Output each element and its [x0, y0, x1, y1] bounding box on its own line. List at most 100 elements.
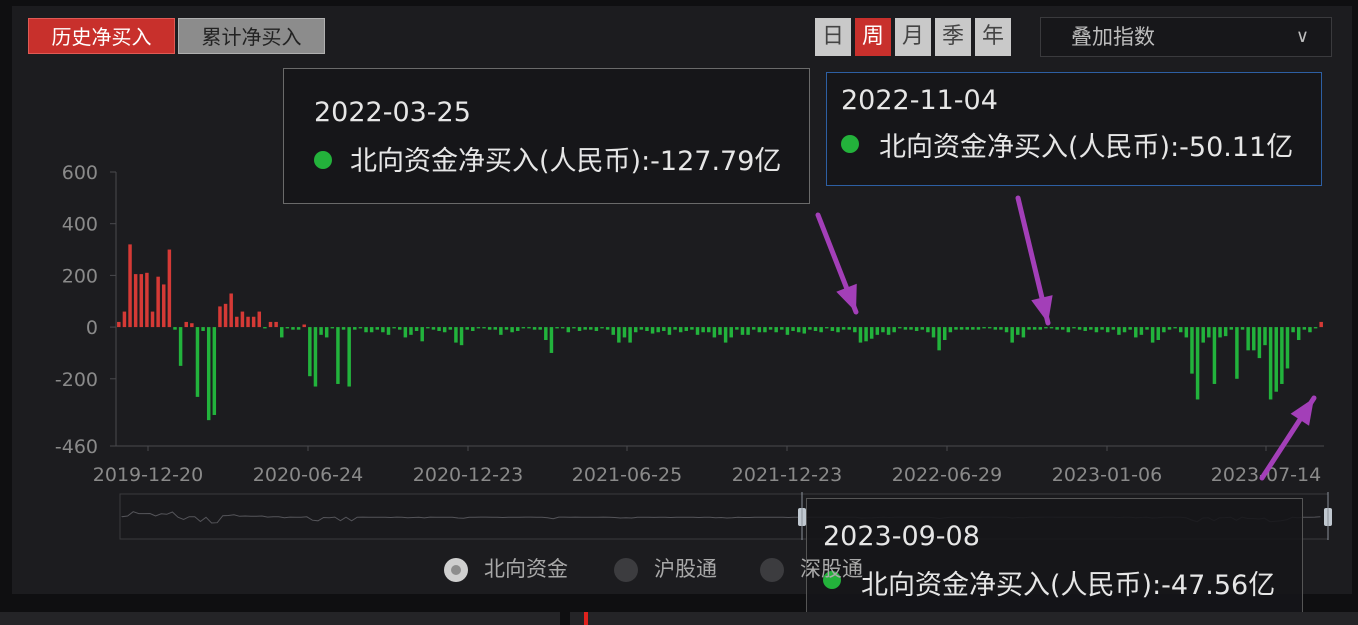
bar[interactable]: [577, 327, 582, 331]
bar[interactable]: [515, 327, 520, 331]
bar[interactable]: [909, 327, 913, 330]
bar[interactable]: [499, 327, 503, 335]
bar[interactable]: [971, 327, 975, 330]
bar[interactable]: [521, 327, 526, 329]
bar[interactable]: [1150, 327, 1155, 343]
bar[interactable]: [695, 327, 700, 335]
bar[interactable]: [527, 327, 531, 329]
bar[interactable]: [381, 327, 385, 333]
bar[interactable]: [723, 327, 728, 343]
bar[interactable]: [1027, 327, 1031, 330]
bar[interactable]: [701, 327, 705, 333]
bar[interactable]: [718, 327, 722, 335]
bar[interactable]: [206, 327, 211, 421]
bar[interactable]: [1016, 327, 1020, 335]
bar[interactable]: [594, 327, 599, 331]
bar[interactable]: [1308, 327, 1312, 333]
bar[interactable]: [656, 327, 660, 333]
bar[interactable]: [1296, 327, 1301, 341]
bar[interactable]: [678, 327, 683, 333]
bar[interactable]: [263, 327, 267, 329]
bar[interactable]: [117, 321, 121, 328]
bar[interactable]: [914, 327, 919, 331]
bar[interactable]: [667, 327, 672, 335]
bar[interactable]: [1201, 327, 1205, 343]
bar[interactable]: [190, 323, 194, 328]
bar[interactable]: [150, 311, 155, 328]
bar[interactable]: [729, 327, 733, 338]
bar[interactable]: [133, 274, 138, 328]
bar[interactable]: [740, 327, 745, 335]
bar[interactable]: [898, 327, 902, 329]
bar[interactable]: [218, 306, 222, 328]
bar[interactable]: [1190, 327, 1194, 374]
bar[interactable]: [712, 327, 717, 338]
bar[interactable]: [959, 327, 964, 330]
bar[interactable]: [1162, 327, 1166, 333]
bar[interactable]: [892, 327, 896, 333]
bar[interactable]: [1207, 327, 1211, 338]
bar[interactable]: [808, 327, 812, 330]
bar[interactable]: [336, 327, 340, 384]
bar[interactable]: [330, 327, 335, 329]
bar[interactable]: [471, 327, 475, 331]
bar[interactable]: [1049, 327, 1054, 329]
bar[interactable]: [1038, 327, 1042, 330]
bar[interactable]: [1291, 327, 1295, 333]
bar[interactable]: [420, 327, 424, 342]
bar[interactable]: [1105, 327, 1110, 333]
bar[interactable]: [690, 327, 694, 330]
bar[interactable]: [746, 327, 750, 335]
bar[interactable]: [195, 327, 200, 397]
bar[interactable]: [757, 327, 762, 333]
bar[interactable]: [982, 327, 986, 329]
bar[interactable]: [650, 327, 655, 334]
bar[interactable]: [858, 327, 863, 343]
bar[interactable]: [1060, 327, 1065, 330]
bar[interactable]: [465, 327, 469, 330]
bar[interactable]: [431, 327, 436, 330]
bar[interactable]: [487, 327, 492, 330]
bar[interactable]: [308, 327, 312, 377]
bar[interactable]: [358, 327, 363, 329]
bar[interactable]: [201, 327, 205, 331]
bar[interactable]: [707, 327, 711, 333]
bar[interactable]: [1094, 327, 1099, 333]
bar[interactable]: [212, 327, 217, 415]
bar[interactable]: [600, 327, 604, 329]
bar[interactable]: [1218, 327, 1222, 338]
bar[interactable]: [1077, 327, 1082, 330]
bar[interactable]: [920, 327, 925, 330]
bar[interactable]: [347, 327, 351, 387]
bar[interactable]: [386, 327, 391, 335]
bar[interactable]: [162, 284, 166, 328]
bar[interactable]: [341, 327, 346, 330]
bar[interactable]: [482, 327, 486, 329]
bar[interactable]: [751, 327, 756, 330]
bar[interactable]: [836, 327, 840, 333]
bar[interactable]: [948, 327, 953, 333]
bar[interactable]: [555, 327, 559, 329]
bar[interactable]: [1257, 327, 1262, 359]
bar[interactable]: [1268, 327, 1273, 400]
bar[interactable]: [768, 327, 773, 330]
bar[interactable]: [229, 293, 233, 328]
bar[interactable]: [796, 327, 801, 333]
bar[interactable]: [1246, 327, 1250, 351]
bar[interactable]: [819, 327, 823, 333]
bar[interactable]: [864, 327, 868, 342]
bar[interactable]: [1302, 327, 1307, 330]
bar[interactable]: [1010, 327, 1014, 343]
bar[interactable]: [1195, 327, 1200, 400]
bar[interactable]: [785, 327, 790, 335]
bar[interactable]: [442, 327, 447, 333]
bar[interactable]: [875, 327, 880, 335]
bar[interactable]: [791, 327, 795, 331]
bar[interactable]: [813, 327, 818, 331]
bar[interactable]: [1072, 327, 1076, 329]
bar[interactable]: [1111, 327, 1116, 330]
bar[interactable]: [549, 327, 554, 353]
bar[interactable]: [1173, 327, 1177, 329]
bar[interactable]: [426, 327, 430, 329]
bar[interactable]: [1089, 327, 1093, 330]
